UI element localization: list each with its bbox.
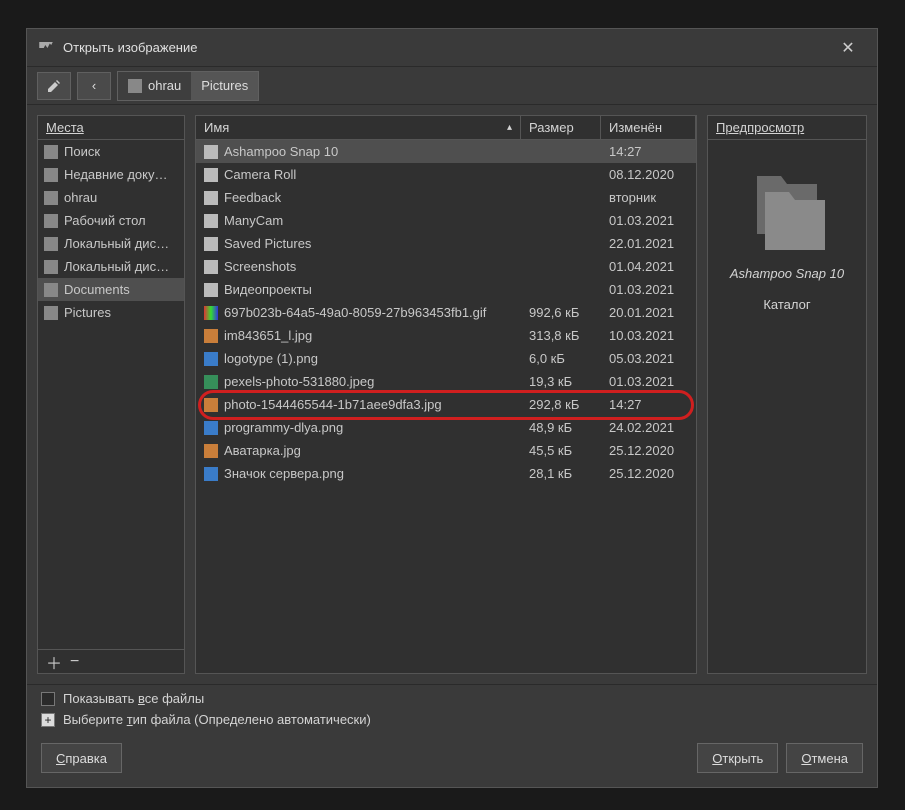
recent-icon: [44, 168, 58, 182]
file-row[interactable]: im843651_l.jpg313,8 кБ10.03.2021: [196, 324, 696, 347]
file-icon: [204, 467, 218, 481]
file-row[interactable]: photo-1544465544-1b71aee9dfa3.jpg292,8 к…: [196, 393, 696, 416]
app-icon: [37, 39, 55, 57]
file-row[interactable]: Ashampoo Snap 1014:27: [196, 140, 696, 163]
file-icon: [204, 375, 218, 389]
path-text-toggle[interactable]: [37, 72, 71, 100]
remove-place-button[interactable]: −: [70, 653, 79, 671]
folder-icon: [204, 168, 218, 182]
desktop-icon: [44, 214, 58, 228]
breadcrumb-segment[interactable]: Pictures: [191, 72, 258, 100]
add-place-button[interactable]: ＋: [46, 650, 62, 674]
file-type-expander[interactable]: + Выберите тип файла (Определено автомат…: [41, 712, 863, 727]
places-item[interactable]: ohrau: [38, 186, 184, 209]
places-item[interactable]: Pictures: [38, 301, 184, 324]
file-row[interactable]: Screenshots01.04.2021: [196, 255, 696, 278]
search-icon: [44, 145, 58, 159]
file-row[interactable]: Camera Roll08.12.2020: [196, 163, 696, 186]
file-icon: [204, 306, 218, 320]
folder-icon: [204, 260, 218, 274]
cancel-button[interactable]: Отмена: [786, 743, 863, 773]
file-icon: [204, 421, 218, 435]
column-name[interactable]: Имя ▴: [196, 116, 521, 139]
file-icon: [204, 444, 218, 458]
places-item[interactable]: Рабочий стол: [38, 209, 184, 232]
folder-icon: [44, 283, 58, 297]
folder-thumbnail-icon: [737, 158, 837, 258]
open-file-dialog: Открыть изображение ✕ ‹ ohrauPictures Ме…: [26, 28, 878, 788]
places-panel: Места ПоискНедавние доку…ohrauРабочий ст…: [37, 115, 185, 674]
edit-icon: [46, 78, 62, 94]
show-all-files-option[interactable]: Показывать все файлы: [41, 691, 863, 706]
expand-icon[interactable]: +: [41, 713, 55, 727]
folder-icon: [204, 283, 218, 297]
show-all-files-label: Показывать все файлы: [63, 691, 204, 706]
options-area: Показывать все файлы + Выберите тип файл…: [27, 684, 877, 733]
file-row[interactable]: Saved Pictures22.01.2021: [196, 232, 696, 255]
file-icon: [204, 398, 218, 412]
places-item[interactable]: Недавние доку…: [38, 163, 184, 186]
folder-icon: [44, 306, 58, 320]
file-list-body[interactable]: Ashampoo Snap 1014:27Camera Roll08.12.20…: [196, 140, 696, 673]
file-icon: [204, 352, 218, 366]
checkbox-icon[interactable]: [41, 692, 55, 706]
file-row[interactable]: Видеопроекты01.03.2021: [196, 278, 696, 301]
column-modified[interactable]: Изменён: [601, 116, 696, 139]
places-header: Места: [38, 116, 184, 140]
dialog-footer: Справка Открыть Отмена: [27, 733, 877, 787]
disk-icon: [44, 260, 58, 274]
folder-icon: [44, 191, 58, 205]
places-item[interactable]: Documents: [38, 278, 184, 301]
folder-icon: [204, 191, 218, 205]
path-bar: ‹ ohrauPictures: [27, 67, 877, 105]
breadcrumb-segment[interactable]: ohrau: [118, 72, 191, 100]
preview-item-name: Ashampoo Snap 10: [730, 266, 844, 281]
preview-item-type: Каталог: [763, 297, 810, 312]
folder-icon: [204, 214, 218, 228]
breadcrumb: ohrauPictures: [117, 71, 259, 101]
dialog-body: Места ПоискНедавние доку…ohrauРабочий ст…: [27, 105, 877, 684]
sort-asc-icon: ▴: [507, 122, 512, 133]
places-item[interactable]: Локальный дис…: [38, 255, 184, 278]
file-row[interactable]: Аватарка.jpg45,5 кБ25.12.2020: [196, 439, 696, 462]
open-button[interactable]: Открыть: [697, 743, 778, 773]
folder-icon: [204, 237, 218, 251]
file-type-label: Выберите тип файла (Определено автоматич…: [63, 712, 371, 727]
file-row[interactable]: 697b023b-64a5-49a0-8059-27b963453fb1.gif…: [196, 301, 696, 324]
help-button[interactable]: Справка: [41, 743, 122, 773]
file-row[interactable]: Значок сервера.png28,1 кБ25.12.2020: [196, 462, 696, 485]
preview-panel: Предпросмотр Ashampoo Snap 10 Каталог: [707, 115, 867, 674]
file-row[interactable]: programmy-dlya.png48,9 кБ24.02.2021: [196, 416, 696, 439]
places-list: ПоискНедавние доку…ohrauРабочий столЛока…: [38, 140, 184, 324]
places-footer: ＋ −: [38, 649, 184, 673]
places-item[interactable]: Локальный дис…: [38, 232, 184, 255]
file-icon: [204, 329, 218, 343]
column-size[interactable]: Размер: [521, 116, 601, 139]
file-row[interactable]: Feedbackвторник: [196, 186, 696, 209]
close-button[interactable]: ✕: [829, 29, 867, 67]
title-bar: Открыть изображение ✕: [27, 29, 877, 67]
file-list-panel: Имя ▴ Размер Изменён Ashampoo Snap 1014:…: [195, 115, 697, 674]
places-item[interactable]: Поиск: [38, 140, 184, 163]
back-button[interactable]: ‹: [77, 72, 111, 100]
folder-icon: [128, 79, 142, 93]
file-list-header[interactable]: Имя ▴ Размер Изменён: [196, 116, 696, 140]
dialog-title: Открыть изображение: [63, 40, 829, 55]
file-row[interactable]: logotype (1).png6,0 кБ05.03.2021: [196, 347, 696, 370]
folder-icon: [204, 145, 218, 159]
file-row[interactable]: ManyCam01.03.2021: [196, 209, 696, 232]
disk-icon: [44, 237, 58, 251]
file-row[interactable]: pexels-photo-531880.jpeg19,3 кБ01.03.202…: [196, 370, 696, 393]
preview-header: Предпросмотр: [708, 116, 866, 140]
